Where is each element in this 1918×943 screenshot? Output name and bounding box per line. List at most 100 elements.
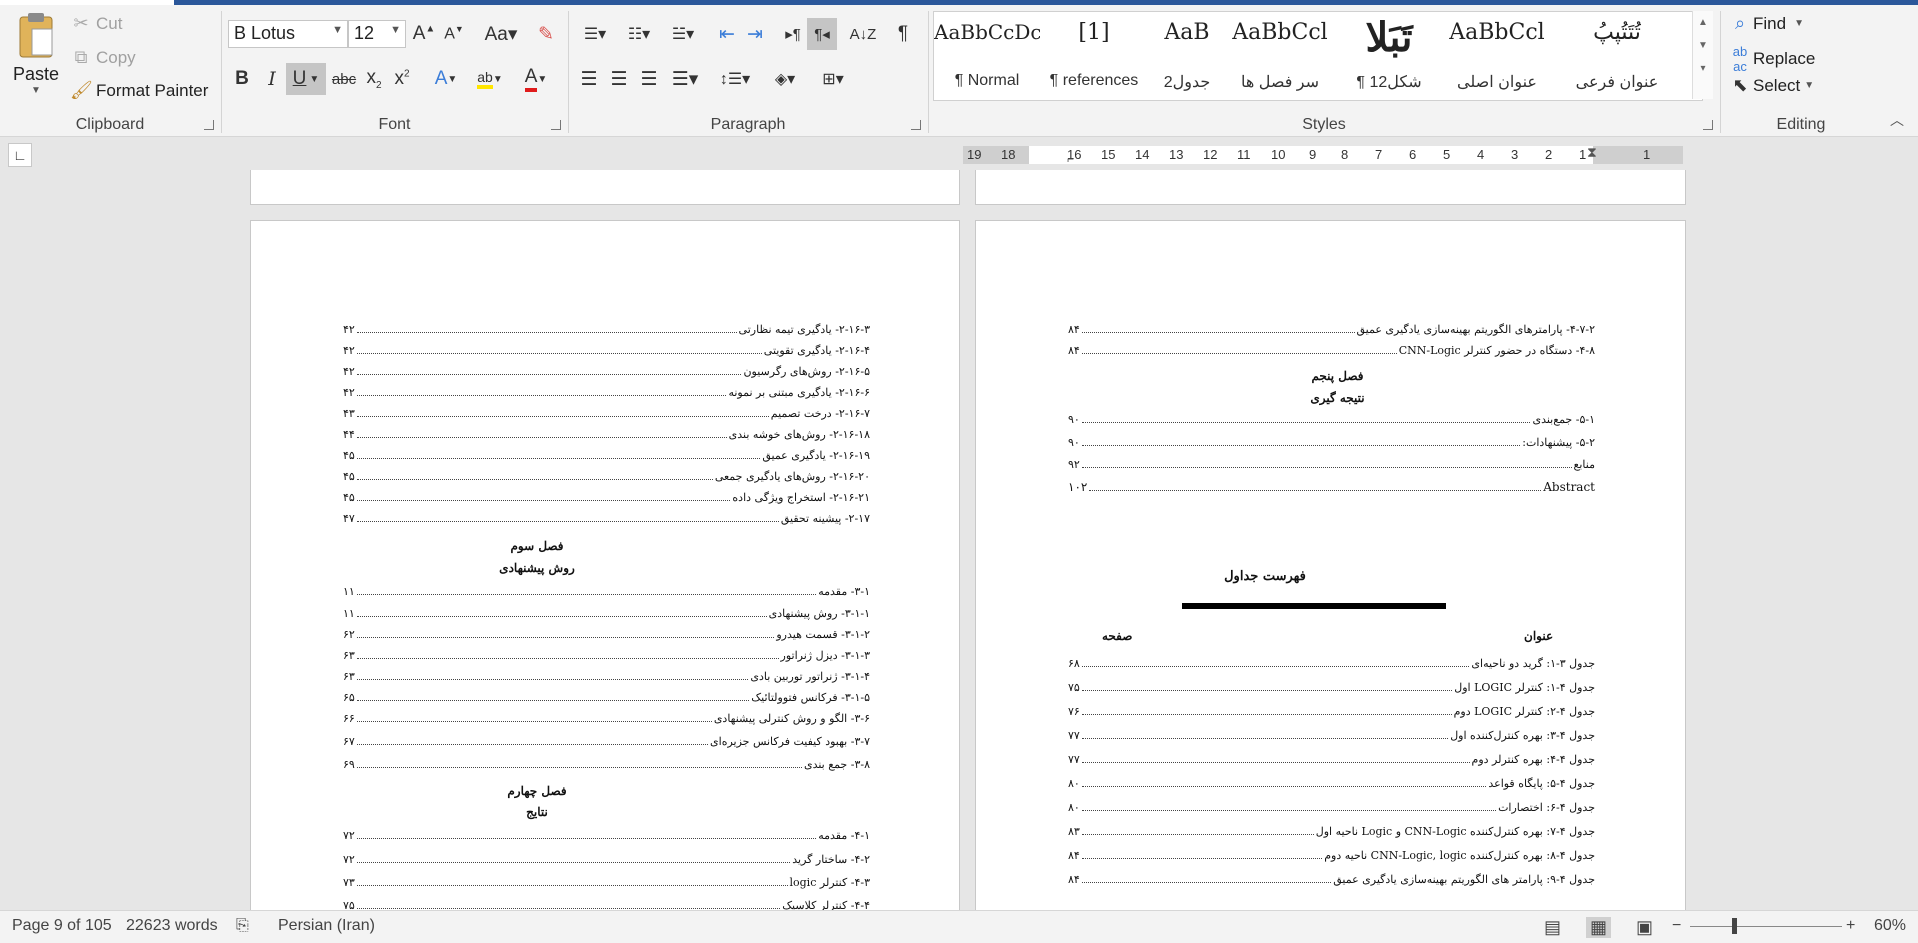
paste-button[interactable]: Paste ▼ [8,9,64,109]
word-count[interactable]: 22623 words [126,917,218,935]
indent-marker-icon[interactable]: ⧗ [1587,144,1597,161]
collapse-ribbon-icon[interactable]: ︿ [1890,110,1904,130]
highlight-button[interactable]: ab ▼ [470,65,510,93]
toc-entry[interactable]: جدول ۴-۱: کنترلر LOGIC اول ۷۵ [1068,681,1595,694]
increase-indent-button[interactable]: ⇥ [741,20,769,48]
document-page-left[interactable]: ۲-۱۶-۳- یادگیری تیمه نظارتی ۴۲ ۲-۱۶-۴- یا… [250,220,960,910]
chevron-down-icon[interactable]: ▼ [8,85,64,96]
toc-entry[interactable]: ۳-۷- بهبود کیفیت فرکانس جزیره‌ای ۶۷ [343,735,870,748]
borders-button[interactable]: ⊞▾ [813,65,853,93]
toc-entry[interactable]: ۲-۱۶-۲۰- روش‌های یادگیری جمعی ۴۵ [343,470,870,483]
toc-entry[interactable]: ۴-۸- دستگاه در حضور کنترلر CNN-Logic ۸۴ [1068,344,1595,357]
font-name-combo[interactable]: B Lotus ▼ [228,20,348,48]
toc-entry[interactable]: ۲-۱۶-۱۹- یادگیری عمیق ۴۵ [343,449,870,462]
language[interactable]: Persian (Iran) [278,917,375,935]
zoom-out-icon[interactable]: − [1672,917,1681,935]
proofing-icon[interactable]: ⎘ [236,917,249,935]
toc-entry[interactable]: Abstract ۱۰۲ [1068,480,1595,494]
font-color-button[interactable]: A ▼ [516,65,556,93]
read-mode-icon[interactable]: ▤ [1544,917,1561,938]
rtl-button[interactable]: ¶◂ [807,18,837,50]
find-button[interactable]: ⌕ Find ▼ [1729,13,1804,34]
shrink-font-button[interactable]: A▼ [440,20,468,48]
toc-entry[interactable]: ۲-۱۷- پیشینه تحقیق ۴۷ [343,512,870,525]
bullets-button[interactable]: ☰▾ [575,20,615,48]
font-size-combo[interactable]: 12 ▼ [348,20,406,48]
toc-entry[interactable]: ۲-۱۶-۷- درخت تصمیم ۴۳ [343,407,870,420]
toc-entry[interactable]: ۴-۲- ساختار گرید ۷۲ [343,853,870,866]
align-right-button[interactable]: ☰ [635,65,663,93]
toc-entry[interactable]: ۴-۴- کنترلر کلاسیک ۷۵ [343,899,870,910]
justify-button[interactable]: ☰▾ [665,65,705,93]
tab-selector[interactable]: ∟ [8,143,32,167]
format-painter-button[interactable]: 🖌 Format Painter [70,80,208,101]
font-dialog-launcher[interactable] [551,120,561,130]
page-count[interactable]: Page 9 of 105 [12,917,112,935]
clipboard-dialog-launcher[interactable] [204,120,214,130]
web-layout-icon[interactable]: ▣ [1636,917,1653,938]
toc-entry[interactable]: ۲-۱۶-۴- یادگیری تقویتی ۴۲ [343,344,870,357]
toc-entry[interactable]: ۳-۶- الگو و روش کنترلی پیشنهادی ۶۶ [343,712,870,725]
toc-entry[interactable]: ۳-۱-۱- روش پیشنهادی ۱۱ [343,607,870,620]
toc-entry[interactable]: ۲-۱۶-۱۸- روش‌های خوشه بندی ۴۴ [343,428,870,441]
chevron-down-icon[interactable]: ▼ [332,24,343,36]
print-layout-icon[interactable]: ▦ [1586,917,1612,938]
toc-entry[interactable]: جدول ۴-۴: بهره کنترلر دوم ۷۷ [1068,753,1595,766]
toc-entry[interactable]: جدول ۴-۲: کنترلر LOGIC دوم ۷۶ [1068,705,1595,718]
toc-entry[interactable]: جدول ۴-۶: اختصارات ۸۰ [1068,801,1595,814]
toc-entry[interactable]: ۵-۱- جمع‌بندی ۹۰ [1068,413,1595,426]
toc-entry[interactable]: ۴-۳- کنترلر logic ۷۳ [343,876,870,889]
chevron-down-icon[interactable]: ▼ [390,24,401,36]
clear-formatting-button[interactable]: ✎ [532,20,560,48]
toc-entry[interactable]: ۴-۷-۲- پارامترهای الگوریتم بهینه‌سازی یا… [1068,323,1595,336]
toc-entry[interactable]: جدول ۴-۹: پارامتر های الگوریتم بهینه‌ساز… [1068,873,1595,886]
toc-entry[interactable]: منابع ۹۲ [1068,458,1595,471]
toc-entry[interactable]: ۲-۱۶-۲۱- استخراج ویژگی داده ۴۵ [343,491,870,504]
toc-entry[interactable]: ۳-۱-۵- فرکانس فتوولتائیک ۶۵ [343,691,870,704]
toc-entry[interactable]: جدول ۴-۳: بهره کنترل‌کننده اول ۷۷ [1068,729,1595,742]
zoom-slider[interactable] [1690,918,1842,934]
cut-button[interactable]: ✂ Cut [70,13,122,34]
multilevel-list-button[interactable]: ☱▾ [663,20,703,48]
toc-entry[interactable]: ۵-۲- پیشنهادات: ۹۰ [1068,436,1595,449]
paragraph-dialog-launcher[interactable] [911,120,921,130]
select-button[interactable]: ⬉ Select ▼ [1729,75,1814,96]
show-marks-button[interactable]: ¶ [889,20,917,48]
toc-entry[interactable]: جدول ۴-۷: بهره کنترل‌کننده CNN-Logic و L… [1068,825,1595,838]
toc-entry[interactable]: جدول ۳-۱: گرید دو ناحیه‌ای ۶۸ [1068,657,1595,670]
zoom-in-icon[interactable]: + [1846,917,1855,935]
toc-entry[interactable]: ۲-۱۶-۶- یادگیری مبتنی بر نمونه ۴۲ [343,386,870,399]
toc-entry[interactable]: ۴-۱- مقدمه ۷۲ [343,829,870,842]
decrease-indent-button[interactable]: ⇤ [713,20,741,48]
document-page-right[interactable]: ۴-۷-۲- پارامترهای الگوریتم بهینه‌سازی یا… [975,220,1686,910]
align-center-button[interactable]: ☰ [605,65,633,93]
align-left-button[interactable]: ☰ [575,65,603,93]
toc-entry[interactable]: ۳-۱-۴- ژنراتور توربین بادی ۶۳ [343,670,870,683]
zoom-level[interactable]: 60% [1874,917,1906,935]
toc-entry[interactable]: ۲-۱۶-۵- روش‌های رگرسیون ۴۲ [343,365,870,378]
text-effects-button[interactable]: A ▼ [428,65,464,93]
sort-button[interactable]: A↓Z [849,20,877,48]
toc-entry[interactable]: ۳-۱- مقدمه ۱۱ [343,585,870,598]
indent-marker-icon[interactable]: ⌐ [1067,152,1074,166]
toc-entry[interactable]: جدول ۴-۸: بهره کنترل‌کننده CNN-Logic, lo… [1068,849,1595,862]
bold-button[interactable]: B [228,65,256,93]
line-spacing-button[interactable]: ↕☰▾ [715,65,755,93]
styles-dialog-launcher[interactable] [1703,120,1713,130]
toc-entry[interactable]: ۳-۱-۲- قسمت هیدرو ۶۲ [343,628,870,641]
change-case-button[interactable]: Aa▾ [480,20,522,48]
shading-button[interactable]: ◈▾ [765,65,805,93]
copy-button[interactable]: ⧉ Copy [70,47,136,68]
strikethrough-button[interactable]: abc [330,65,358,93]
toc-entry[interactable]: جدول ۴-۵: پایگاه قواعد ۸۰ [1068,777,1595,790]
superscript-button[interactable]: x2 [388,65,416,93]
toc-entry[interactable]: ۲-۱۶-۳- یادگیری تیمه نظارتی ۴۲ [343,323,870,336]
grow-font-button[interactable]: A▲ [410,20,438,48]
toc-entry[interactable]: ۳-۱-۳- دیزل ژنراتور ۶۳ [343,649,870,662]
underline-button[interactable]: U ▼ [286,63,326,95]
italic-button[interactable]: I [258,65,286,93]
replace-button[interactable]: ab ac Replace [1729,44,1816,74]
toc-entry[interactable]: ۳-۸- جمع بندی ۶۹ [343,758,870,771]
numbering-button[interactable]: ☷▾ [619,20,659,48]
zoom-slider-thumb[interactable] [1732,918,1737,934]
